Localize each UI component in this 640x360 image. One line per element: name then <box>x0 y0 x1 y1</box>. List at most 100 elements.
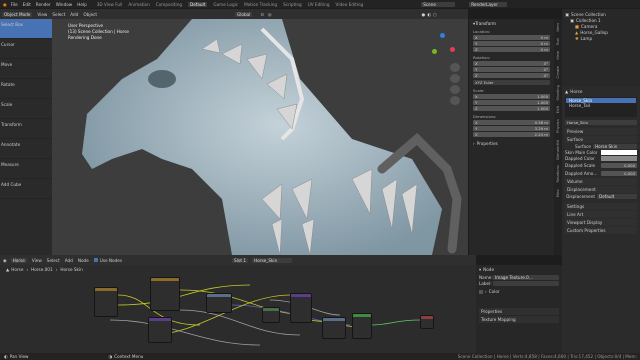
location-y-field[interactable]: Y0 m <box>473 41 550 46</box>
material-name-field[interactable]: Horse_Skin <box>565 120 637 125</box>
gizmo-z-axis-icon[interactable] <box>440 33 445 38</box>
transform-header[interactable]: ▾ Transform <box>473 21 550 26</box>
material-slot[interactable]: Horse_Tail <box>566 103 636 108</box>
dappled-scale-field[interactable]: 0.000 <box>601 163 637 168</box>
menu-help[interactable]: Help <box>77 2 87 7</box>
zoom-icon[interactable] <box>450 63 460 72</box>
sidebar-tab-physics[interactable]: Physics <box>555 119 560 133</box>
navigation-gizmo[interactable] <box>430 33 456 59</box>
scale-y-field[interactable]: Y 1.000 <box>473 100 550 105</box>
node-texture[interactable] <box>94 287 118 317</box>
gizmo-x-axis-icon[interactable] <box>450 47 455 52</box>
view-layer-selector[interactable]: RenderLayer <box>469 1 508 7</box>
gizmo-y-axis-icon[interactable] <box>432 49 437 54</box>
node-mix-rgb[interactable] <box>290 293 312 323</box>
viewport-menu-object[interactable]: Object <box>83 12 97 17</box>
viewport-menu-view[interactable]: View <box>37 12 47 17</box>
skin-color-swatch[interactable] <box>601 150 637 155</box>
node-name-input[interactable]: Image Texture.0… <box>493 275 559 280</box>
node-panel-header[interactable]: ▾ Node <box>479 267 559 272</box>
dimensions-y-field[interactable]: Y 3.29 m <box>473 126 550 131</box>
rotation-z-field[interactable]: Z 0° <box>473 73 550 78</box>
tool-scale[interactable]: Scale <box>0 99 52 119</box>
workspace-tab-video-editing[interactable]: Video Editing <box>336 2 364 7</box>
sidebar-tab-create[interactable]: Create <box>555 66 560 79</box>
use-nodes-checkbox[interactable] <box>93 258 98 262</box>
sidebar-tab-view[interactable]: View <box>555 51 560 60</box>
section-node-properties[interactable]: Properties <box>479 308 559 315</box>
shading-rendered-icon[interactable]: ○ <box>433 12 437 17</box>
section-line-art[interactable]: Line Art <box>565 211 637 218</box>
workspace-tab-animation[interactable]: Animation <box>128 2 149 7</box>
scene-selector[interactable]: Scene <box>421 1 456 7</box>
3d-viewport[interactable]: User Perspective (13) Scene Collection |… <box>52 19 468 255</box>
dappled-amount-field[interactable]: 0.000 <box>601 171 637 176</box>
scale-z-field[interactable]: Z 1.000 <box>473 106 550 111</box>
node-principled-bsdf[interactable] <box>352 313 372 339</box>
section-preview[interactable]: Preview <box>565 128 637 135</box>
sidebar-tab-relations[interactable]: Relations <box>555 165 560 182</box>
location-x-field[interactable]: X0 m <box>473 35 550 40</box>
camera-view-icon[interactable] <box>450 85 460 94</box>
rotation-mode-select[interactable]: XYZ Euler <box>473 80 550 85</box>
editor-type-icon[interactable]: ◉ <box>3 258 7 263</box>
node-mix[interactable] <box>148 317 172 343</box>
workspace-tab-motion-tracking[interactable]: Motion Tracking <box>244 2 277 7</box>
section-surface[interactable]: Surface <box>565 136 637 143</box>
workspace-tab-uv-editing[interactable]: UV Editing <box>308 2 330 7</box>
menu-file[interactable]: File <box>11 2 18 7</box>
outliner-item-lamp[interactable]: ✺ Lamp <box>565 36 637 42</box>
workspace-tab-3dview[interactable]: 3D View Full <box>97 2 123 7</box>
sidebar-tab-misc[interactable]: Misc <box>555 189 560 197</box>
transform-orientation-selector[interactable]: Global <box>235 11 253 17</box>
rotation-y-field[interactable]: Y 0° <box>473 67 550 72</box>
displacement-select[interactable]: Default <box>597 194 637 199</box>
viewport-menu-select[interactable]: Select <box>52 12 65 17</box>
node-color-row[interactable]: › Color <box>479 289 559 294</box>
menu-edit[interactable]: Edit <box>23 2 31 7</box>
surface-shader-select[interactable]: Horse Skin <box>593 144 637 149</box>
shading-material-icon[interactable]: ◐ <box>427 12 431 17</box>
sidebar-tab-edit[interactable]: Edit <box>555 106 560 113</box>
tool-measure[interactable]: Measure <box>0 159 52 179</box>
horse-model[interactable] <box>52 19 468 255</box>
blender-logo-icon[interactable]: ● <box>3 2 7 7</box>
workspace-tab-scripting[interactable]: Scripting <box>283 2 302 7</box>
scale-x-field[interactable]: X 1.000 <box>473 94 550 99</box>
menu-window[interactable]: Window <box>56 2 73 7</box>
node-bump[interactable] <box>322 317 346 339</box>
section-displacement[interactable]: Displacement <box>565 186 637 193</box>
location-z-field[interactable]: Z0 m <box>473 47 550 52</box>
node-material-selector[interactable]: Horse_Skin <box>252 257 293 263</box>
node-image-texture[interactable] <box>150 277 180 311</box>
section-texture-mapping[interactable]: Texture Mapping <box>479 316 559 323</box>
mode-selector[interactable]: Object Mode <box>2 11 33 17</box>
node-math[interactable] <box>262 307 280 323</box>
node-object-mode-selector[interactable]: Horse <box>10 257 27 263</box>
workspace-tab-compositing[interactable]: Compositing <box>156 2 182 7</box>
tool-cursor[interactable]: Cursor <box>0 39 52 59</box>
node-color-ramp[interactable] <box>206 293 232 313</box>
rotation-x-field[interactable]: X 0° <box>473 61 550 66</box>
workspace-tab-default[interactable]: Default <box>188 1 208 7</box>
tool-annotate[interactable]: Annotate <box>0 139 52 159</box>
dimensions-z-field[interactable]: Z 2.24 m <box>473 132 550 137</box>
node-slot-selector[interactable]: Slot 1 <box>232 257 249 263</box>
dappled-color-swatch[interactable] <box>601 156 637 161</box>
tool-add-cube[interactable]: Add Cube <box>0 179 52 199</box>
node-menu-view[interactable]: View <box>32 258 42 263</box>
section-volume[interactable]: Volume <box>565 178 637 185</box>
node-material-output[interactable] <box>420 315 434 329</box>
node-menu-add[interactable]: Add <box>65 258 73 263</box>
node-menu-node[interactable]: Node <box>78 258 89 263</box>
node-menu-select[interactable]: Select <box>47 258 60 263</box>
pan-hand-icon[interactable] <box>450 74 460 83</box>
section-settings[interactable]: Settings <box>565 203 637 210</box>
section-viewport-display[interactable]: Viewport Display <box>565 219 637 226</box>
tool-rotate[interactable]: Rotate <box>0 79 52 99</box>
sidebar-tab-item[interactable]: Item <box>555 23 560 32</box>
checkbox-icon[interactable] <box>479 289 483 294</box>
menu-render[interactable]: Render <box>36 2 51 7</box>
properties-subpanel-header[interactable]: › Properties <box>473 141 550 146</box>
tool-move[interactable]: Move <box>0 59 52 79</box>
